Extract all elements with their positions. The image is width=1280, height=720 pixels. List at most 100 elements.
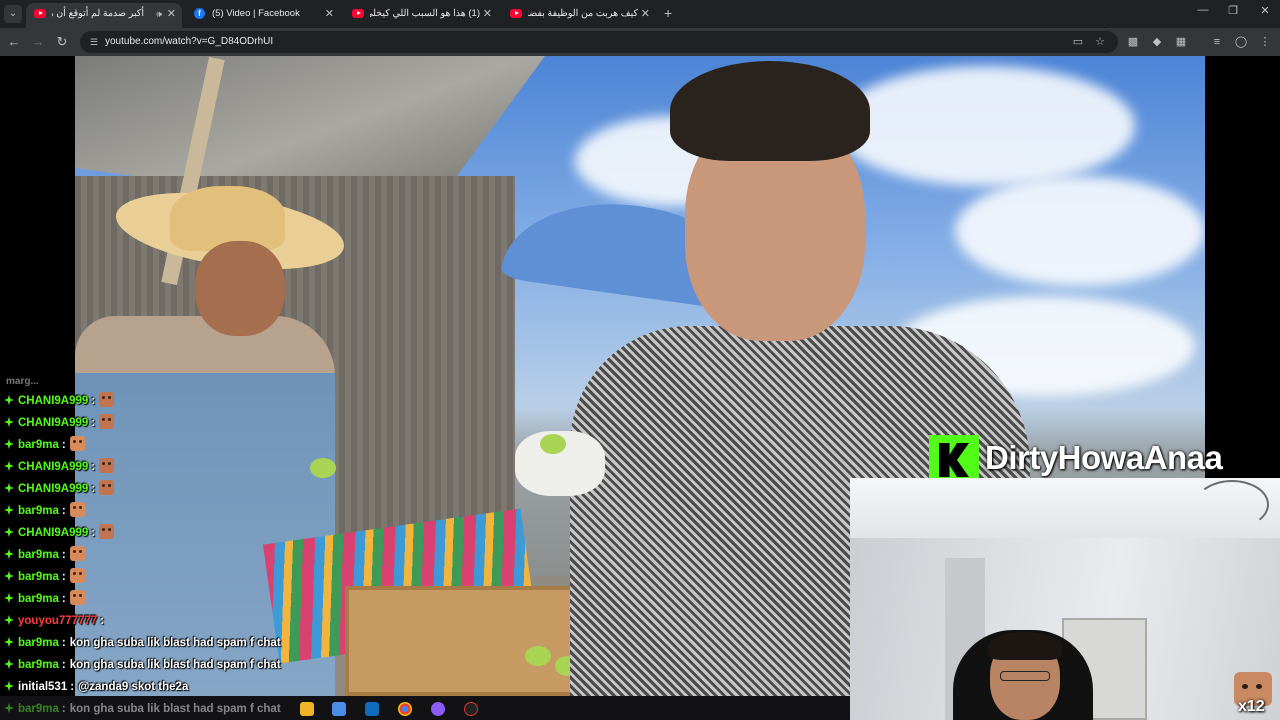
tab-title: (1) هذا هو السبب اللي كيخلي الد (370, 8, 480, 19)
host-hair (670, 61, 870, 161)
chat-username[interactable]: bar9ma (18, 571, 59, 583)
chat-username[interactable]: bar9ma (18, 549, 59, 561)
chat-emote-icon (99, 458, 115, 473)
speaker-icon[interactable]: 🕪 (156, 3, 162, 25)
chat-badge-icon (4, 571, 14, 581)
chat-badge-icon (4, 615, 14, 625)
chat-separator: : (91, 527, 96, 539)
browser-toolbar: ← → ↻ ☰ youtube.com/watch?v=G_D84ODrhUI … (0, 28, 1280, 56)
channel-name: DirtyHowaAnaa (985, 439, 1223, 476)
chat-username[interactable]: bar9ma (18, 659, 59, 671)
tab-3[interactable]: (1) هذا هو السبب اللي كيخلي الد ✕ (344, 3, 498, 28)
chat-emote-icon (69, 568, 85, 583)
chat-username[interactable]: bar9ma (18, 439, 59, 451)
chat-separator: : (61, 505, 66, 517)
restore-button[interactable]: ❐ (1218, 4, 1248, 17)
install-app-icon[interactable]: ▭ (1070, 34, 1086, 50)
chat-username[interactable]: CHANI9A999 (18, 417, 88, 429)
cloud (835, 66, 1135, 186)
close-window-button[interactable]: ✕ (1250, 4, 1280, 17)
chrome-icon[interactable] (398, 702, 412, 716)
chat-faded-line: marg... (6, 376, 39, 387)
tab-1[interactable]: أكبر صدمة لم أتوقع أن هاد ف 🕪 ✕ (26, 3, 182, 28)
chat-badge-icon (4, 593, 14, 603)
store-icon[interactable] (332, 702, 346, 716)
close-tab-icon[interactable]: ✕ (325, 3, 334, 25)
profile-avatar-icon[interactable]: ◯ (1232, 33, 1250, 51)
chat-message-text: kon gha suba lik blast had spam f chat (69, 659, 281, 671)
reload-button[interactable]: ↻ (53, 33, 71, 51)
outlook-icon[interactable] (365, 702, 379, 716)
chat-message: CHANI9A999: (0, 478, 115, 500)
obs-icon[interactable] (464, 702, 478, 716)
close-tab-icon[interactable]: ✕ (483, 3, 492, 25)
bookmark-star-icon[interactable]: ☆ (1092, 34, 1108, 50)
chat-separator: : (91, 417, 96, 429)
streamer-hair (988, 632, 1062, 660)
chat-separator: : (100, 615, 105, 627)
translate-extension-icon[interactable]: ▩ (1124, 33, 1142, 51)
chat-badge-icon (4, 439, 14, 449)
chat-emote-icon (69, 502, 85, 517)
minimize-button[interactable]: — (1188, 4, 1218, 16)
chat-username[interactable]: bar9ma (18, 593, 59, 605)
green-fruit (310, 458, 336, 478)
chat-badge-icon (4, 395, 14, 405)
green-fruit (540, 434, 566, 454)
chat-emote-icon (69, 436, 85, 451)
chat-username[interactable]: CHANI9A999 (18, 483, 88, 495)
streamer-glasses (1000, 671, 1050, 681)
url-text[interactable]: youtube.com/watch?v=G_D84ODrhUI (105, 31, 273, 53)
discord-icon[interactable] (431, 702, 445, 716)
fruit-crate (345, 586, 575, 696)
chat-message: bar9ma:kon gha suba lik blast had spam f… (0, 654, 281, 676)
site-info-icon[interactable]: ☰ (88, 36, 100, 48)
chat-message: CHANI9A999: (0, 522, 115, 544)
chat-username[interactable]: CHANI9A999 (18, 527, 88, 539)
chat-message: bar9ma: (0, 500, 85, 522)
chat-badge-icon (4, 681, 14, 691)
chat-username[interactable]: initial531 (18, 681, 67, 693)
chat-badge-icon (4, 483, 14, 493)
chat-message: bar9ma: (0, 566, 85, 588)
chat-separator: : (61, 659, 66, 671)
youtube-icon (34, 9, 46, 18)
chat-message: initial531: @zanda9 skot the2a (0, 676, 188, 698)
green-fruit (525, 646, 551, 666)
chat-badge-icon (4, 637, 14, 647)
file-explorer-icon[interactable] (300, 702, 314, 716)
chat-message: bar9ma: (0, 434, 85, 456)
chat-emote-icon (69, 590, 85, 605)
cloud (955, 176, 1205, 286)
chat-emote-icon (99, 480, 115, 495)
close-tab-icon[interactable]: ✕ (167, 3, 176, 25)
chat-badge-icon (4, 527, 14, 537)
chat-username[interactable]: CHANI9A999 (18, 461, 88, 473)
tab-search-button[interactable]: ⌄ (4, 5, 22, 23)
menu-kebab-icon[interactable]: ⋮ (1256, 33, 1274, 51)
chat-emote-icon (99, 392, 115, 407)
chat-username[interactable]: bar9ma (18, 637, 59, 649)
forward-button[interactable]: → (29, 33, 47, 51)
chat-username[interactable]: CHANI9A999 (18, 395, 88, 407)
chat-separator: : (91, 395, 96, 407)
close-tab-icon[interactable]: ✕ (641, 3, 650, 25)
chat-message: bar9ma:kon gha suba lik blast had spam f… (0, 632, 281, 654)
facebook-icon: f (194, 8, 205, 19)
chat-username[interactable]: youyou777777 (18, 615, 97, 627)
chat-username[interactable]: bar9ma (18, 505, 59, 517)
new-tab-button[interactable]: + (664, 5, 672, 21)
chat-separator: : (61, 439, 66, 451)
extension-diamond-icon[interactable]: ◆ (1148, 33, 1166, 51)
tab-strip: ⌄ أكبر صدمة لم أتوقع أن هاد ف 🕪 ✕ f (5) … (0, 0, 1280, 28)
tab-4[interactable]: كيف هربت من الوظيفة بفضل الـ ✕ (502, 3, 656, 28)
chat-message: CHANI9A999: (0, 456, 115, 478)
chat-message-text: kon gha suba lik blast had spam f chat (69, 637, 281, 649)
extensions-puzzle-icon[interactable]: ▦ (1172, 33, 1190, 51)
chat-message: CHANI9A999: (0, 412, 115, 434)
address-bar[interactable]: ☰ youtube.com/watch?v=G_D84ODrhUI ▭ ☆ (80, 31, 1118, 53)
media-controls-icon[interactable]: ≡ (1208, 33, 1226, 51)
tab-title: (5) Video | Facebook (212, 8, 300, 19)
tab-2[interactable]: f (5) Video | Facebook ✕ (186, 3, 340, 28)
back-button[interactable]: ← (5, 33, 23, 51)
